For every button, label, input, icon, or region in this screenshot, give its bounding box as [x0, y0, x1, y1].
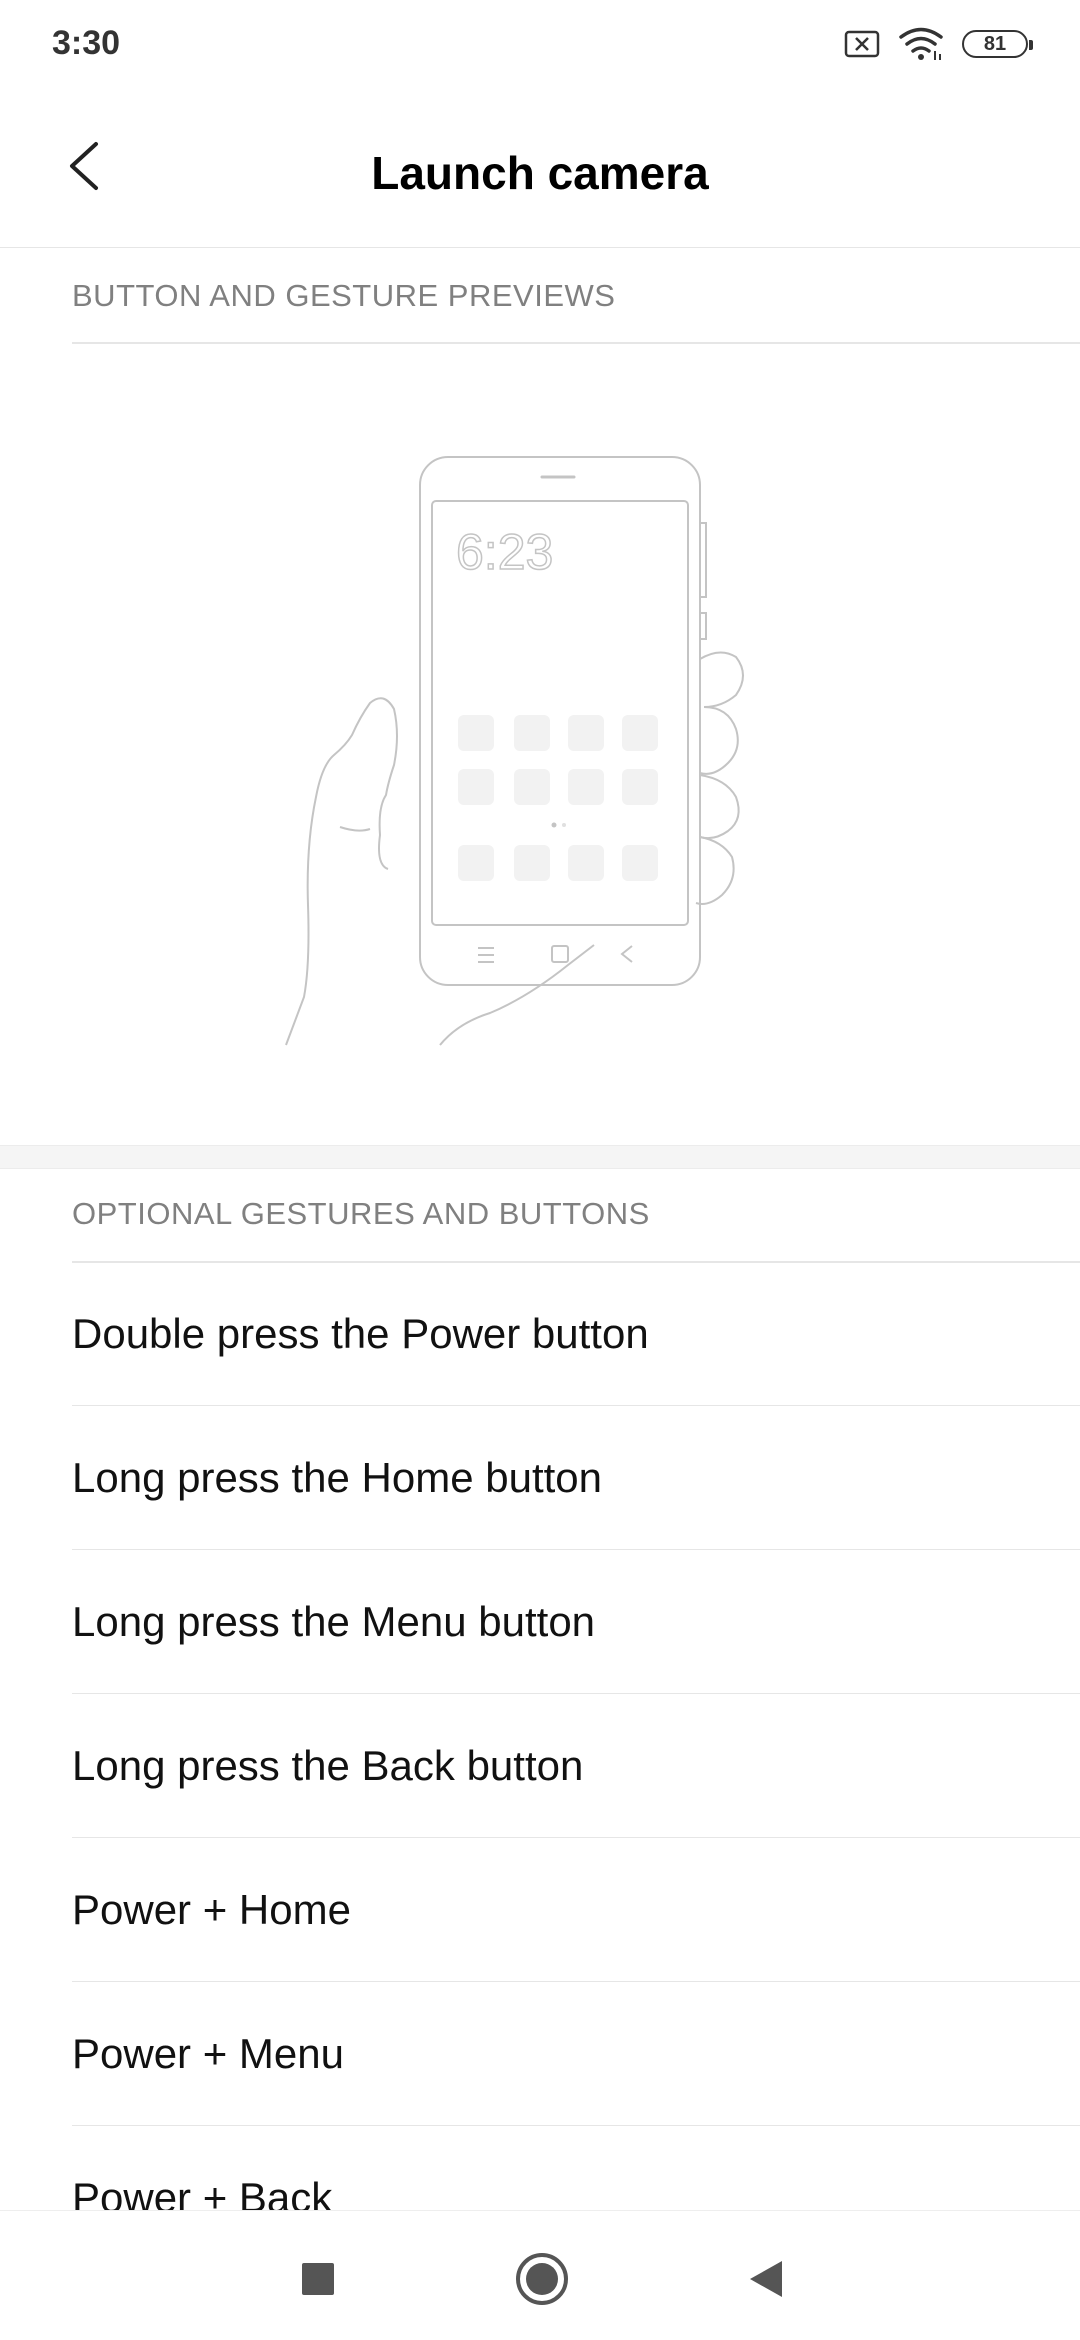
battery-level: 81 [983, 32, 1007, 55]
home-circle-icon [516, 2253, 568, 2305]
section-separator [0, 1145, 1080, 1169]
system-nav-bar [0, 2210, 1080, 2340]
back-triangle-icon [750, 2261, 782, 2297]
option-long-press-home[interactable]: Long press the Home button [72, 1406, 1080, 1550]
status-bar: 3:30 81 [0, 0, 1080, 90]
recents-square-icon [302, 2263, 334, 2295]
page-title: Launch camera [371, 147, 709, 199]
preview-clock: 6:23 [456, 524, 553, 580]
wifi-icon [899, 27, 943, 60]
battery-icon: 81 [962, 30, 1033, 58]
option-power-menu[interactable]: Power + Menu [72, 1982, 1080, 2126]
back-nav-button[interactable] [736, 2249, 796, 2309]
phone-in-hand-illustration: 6:23 [285, 456, 744, 1046]
recents-button[interactable] [288, 2249, 348, 2309]
app-header: Launch camera [0, 90, 1080, 248]
status-time: 3:30 [52, 24, 121, 62]
status-icons: 81 [844, 26, 1033, 62]
home-button[interactable] [512, 2249, 572, 2309]
divider [72, 342, 1080, 344]
section-label-optional: OPTIONAL GESTURES AND BUTTONS [72, 1196, 650, 1231]
option-double-press-power[interactable]: Double press the Power button [72, 1262, 1080, 1406]
option-power-home[interactable]: Power + Home [72, 1838, 1080, 1982]
sim-off-icon [844, 30, 880, 58]
option-long-press-menu[interactable]: Long press the Menu button [72, 1550, 1080, 1694]
gesture-preview: 6:23 [0, 345, 1080, 1145]
section-label-previews: BUTTON AND GESTURE PREVIEWS [72, 278, 616, 313]
option-long-press-back[interactable]: Long press the Back button [72, 1694, 1080, 1838]
